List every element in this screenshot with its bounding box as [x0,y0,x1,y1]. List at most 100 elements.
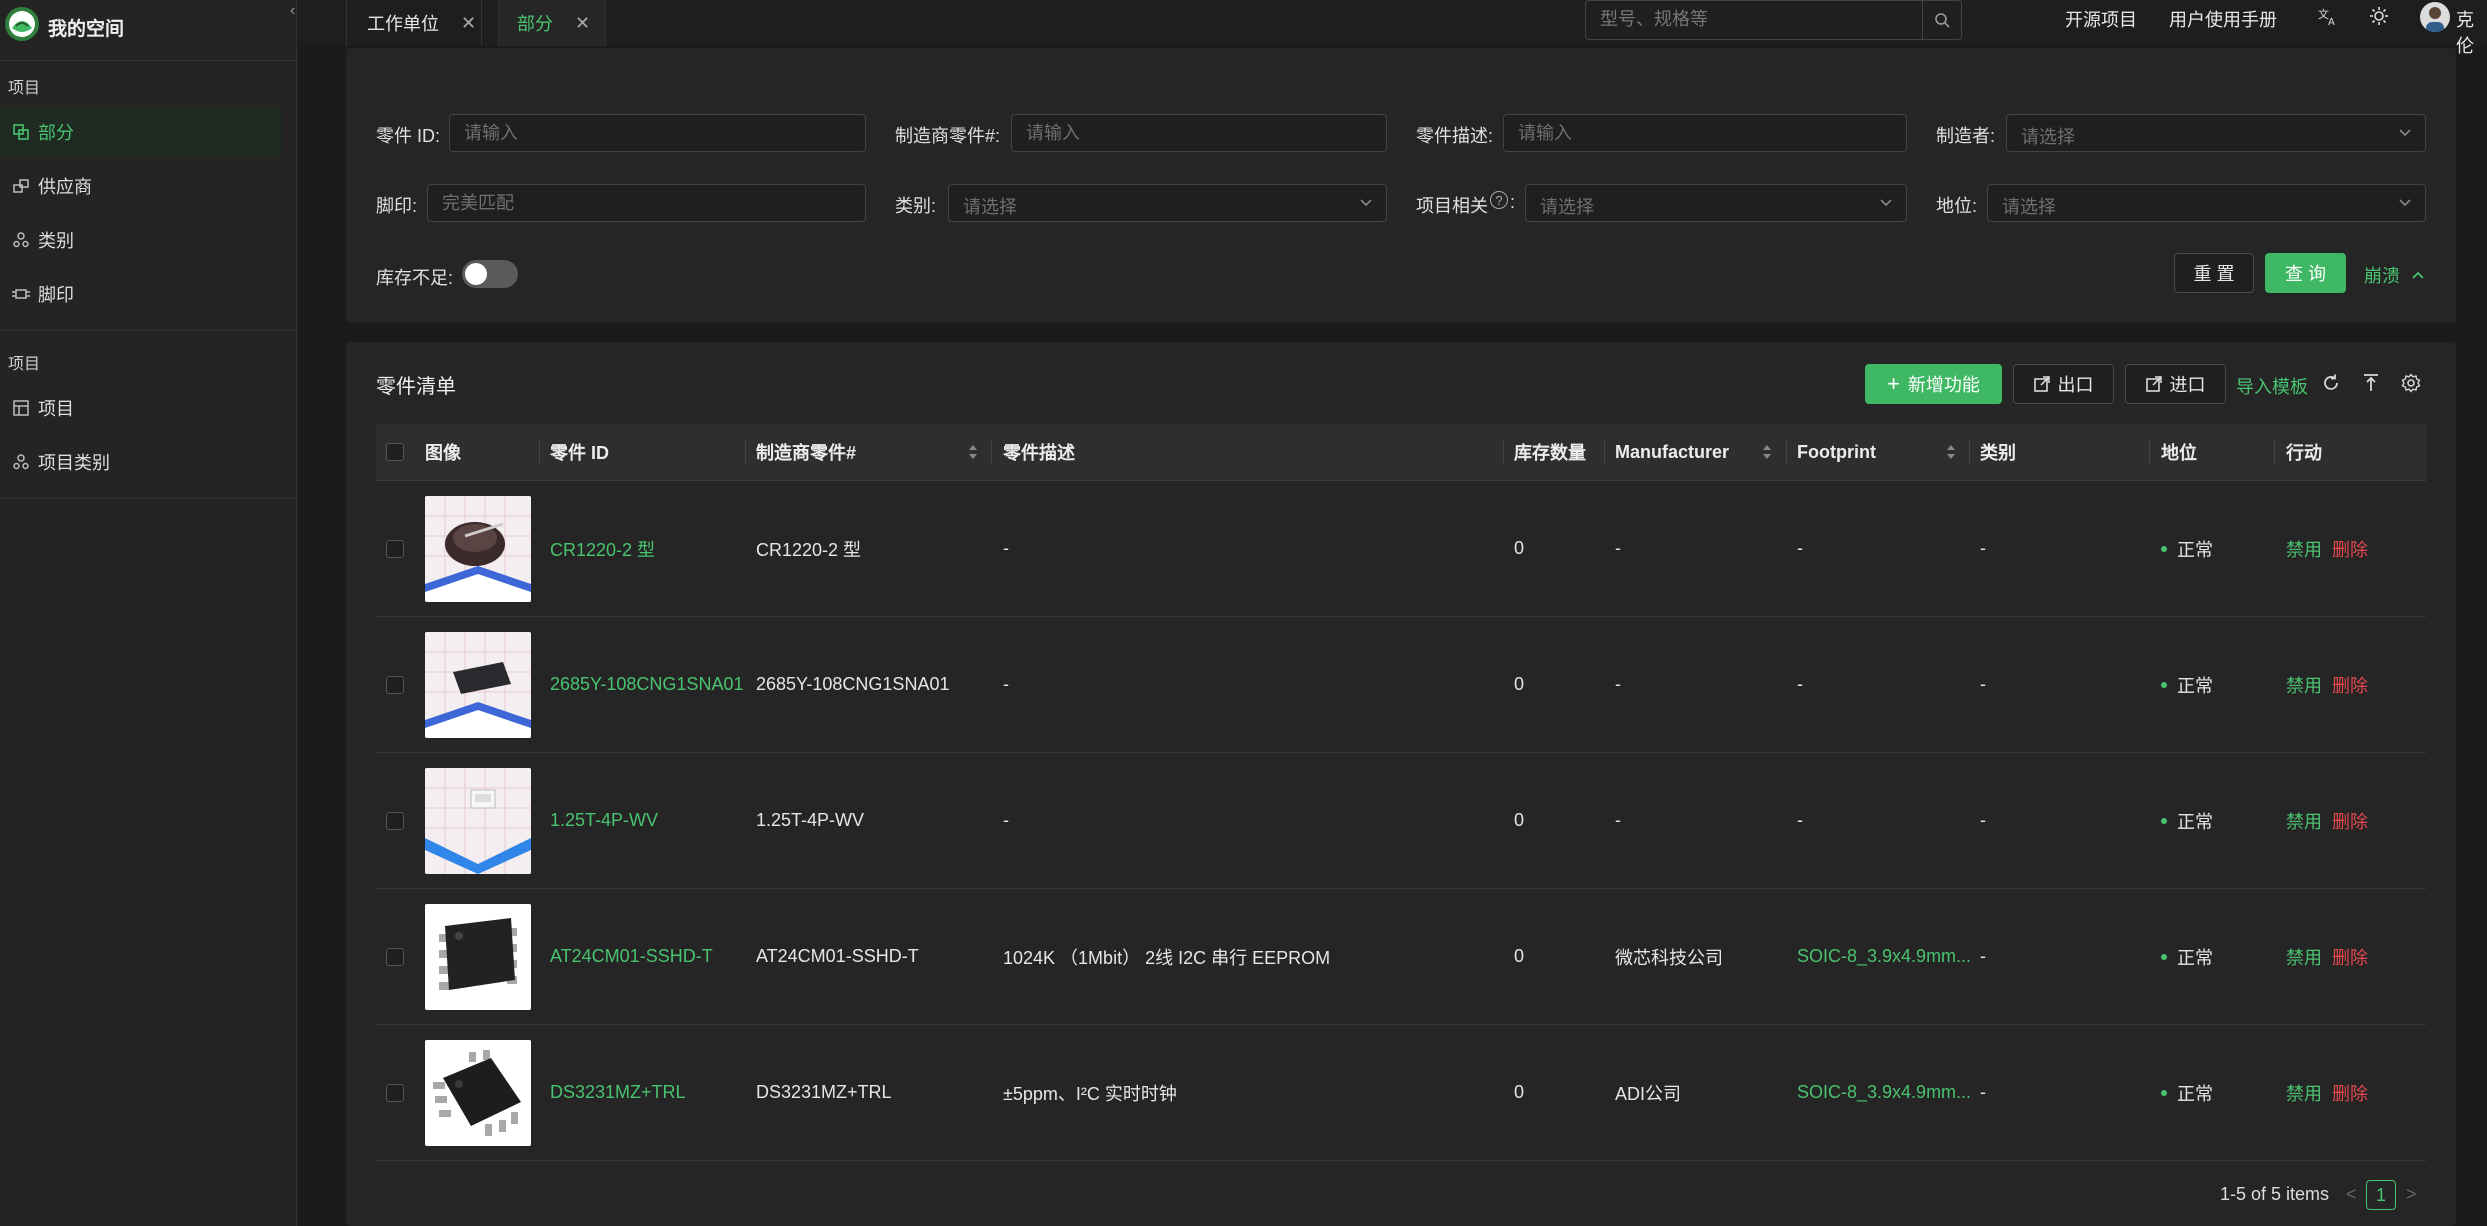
collapse-label: 崩溃 [2364,266,2400,286]
column-header-mpn[interactable]: 制造商零件# [756,424,856,480]
query-button[interactable]: 查 询 [2265,253,2346,293]
chevron-down-icon [1360,199,1372,207]
manufacturer-cell: - [1615,674,1621,694]
part-id-link[interactable]: DS3231MZ+TRL [550,1025,686,1160]
search-input[interactable] [1586,1,1939,37]
help-circle-icon[interactable]: ? [1490,191,1508,209]
reset-button[interactable]: 重 置 [2174,253,2254,293]
export-icon [2033,376,2050,392]
disable-link[interactable]: 禁用 [2286,1025,2322,1160]
table-row: 1.25T-4P-WV 1.25T-4P-WV - 0 - - - 正常 禁用 … [376,753,2426,889]
part-image[interactable] [425,632,531,738]
disable-link[interactable]: 禁用 [2286,617,2322,752]
sort-icon[interactable] [1946,442,1956,462]
tab-workspace[interactable]: 工作单位 ✕ [346,0,482,46]
close-icon[interactable]: ✕ [461,13,476,34]
sidebar-item-footprints[interactable]: 脚印 [0,268,282,320]
row-checkbox[interactable] [386,675,404,694]
parts-icon [12,123,30,141]
mpn-input[interactable] [1012,115,1386,151]
user-manual-link[interactable]: 用户使用手册 [2169,6,2277,32]
description-cell: 1024K （1Mbit） 2线 I2C 串行 EEPROM [1003,947,1331,968]
status-dot [2161,953,2167,960]
disable-link[interactable]: 禁用 [2286,753,2322,888]
export-button[interactable]: 出口 [2013,364,2114,404]
part-id-link[interactable]: AT24CM01-SSHD-T [550,889,713,1024]
close-icon[interactable]: ✕ [575,13,590,34]
delete-link[interactable]: 删除 [2332,889,2368,1024]
username[interactable]: 克伦 [2456,6,2487,58]
disable-link[interactable]: 禁用 [2286,889,2322,1024]
delete-link[interactable]: 删除 [2332,1025,2368,1160]
page-number-button[interactable]: 1 [2366,1180,2396,1210]
sidebar-item-projects[interactable]: 项目 [0,382,282,434]
import-label: 进口 [2169,375,2206,395]
part-id-link[interactable]: 1.25T-4P-WV [550,753,658,888]
plus-icon: + [1887,371,1900,396]
column-separator [991,440,992,464]
part-image[interactable] [425,768,531,874]
delete-link[interactable]: 删除 [2332,617,2368,752]
avatar[interactable] [2420,2,2450,32]
sidebar-item-project-categories[interactable]: 项目类别 [0,436,282,488]
low-stock-toggle[interactable] [462,260,518,288]
translate-icon[interactable]: 文A [2316,4,2340,28]
sidebar-item-parts[interactable]: 部分 [0,106,282,158]
open-source-link[interactable]: 开源项目 [2065,6,2137,32]
select-all-checkbox[interactable] [386,443,404,461]
part-id-link[interactable]: CR1220-2 型 [550,481,655,616]
project-related-select[interactable]: 请选择 [1525,184,1907,222]
prev-page-button[interactable]: < [2346,1184,2357,1205]
row-checkbox[interactable] [386,947,404,966]
part-id-input[interactable] [450,115,865,151]
delete-link[interactable]: 删除 [2332,481,2368,616]
footprint-input[interactable] [428,185,865,221]
part-image[interactable] [425,1040,531,1146]
refresh-icon[interactable] [2320,372,2342,394]
sort-icon[interactable] [968,442,978,462]
settings-gear-icon[interactable] [2400,372,2422,394]
disable-link[interactable]: 禁用 [2286,481,2322,616]
delete-link[interactable]: 删除 [2332,753,2368,888]
column-separator [1969,440,1970,464]
manufacturer-select[interactable]: 请选择 [2006,114,2426,152]
manufacturer-cell: 微芯科技公司 [1615,947,1723,968]
global-search [1585,0,1962,40]
project-related-colon: : [1510,192,1516,212]
theme-sun-icon[interactable] [2367,4,2391,28]
next-page-button[interactable]: > [2406,1184,2417,1205]
row-checkbox[interactable] [386,539,404,558]
column-height-icon[interactable] [2360,372,2382,394]
sidebar-item-label: 脚印 [38,285,74,305]
description-input[interactable] [1504,115,1906,151]
import-template-link[interactable]: 导入模板 [2236,373,2308,399]
description-label: 零件描述: [1416,126,1494,146]
column-separator [2274,440,2275,464]
column-header-manufacturer[interactable]: Manufacturer [1615,424,1729,480]
part-id-link[interactable]: 2685Y-108CNG1SNA01 [550,617,743,752]
search-icon[interactable] [1922,1,1961,39]
add-button[interactable]: + 新增功能 [1865,364,2002,404]
footprint-link[interactable]: SOIC-8_3.9x4.9mm... [1797,1025,1971,1160]
status-text: 正常 [2177,811,2213,832]
description-cell: - [1003,674,1009,694]
tab-parts[interactable]: 部分 ✕ [498,0,606,46]
row-checkbox[interactable] [386,811,404,830]
row-checkbox[interactable] [386,1083,404,1102]
sort-icon[interactable] [1762,442,1772,462]
status-text: 正常 [2177,675,2213,696]
select-placeholder: 请选择 [2021,127,2075,147]
import-button[interactable]: 进口 [2125,364,2226,404]
sidebar-item-label: 项目 [38,399,74,419]
description-cell: - [1003,538,1009,558]
sidebar-item-suppliers[interactable]: 供应商 [0,160,282,212]
column-header-footprint[interactable]: Footprint [1797,424,1876,480]
footprint-link[interactable]: SOIC-8_3.9x4.9mm... [1797,889,1971,1024]
status-select[interactable]: 请选择 [1987,184,2426,222]
category-select[interactable]: 请选择 [948,184,1387,222]
part-image[interactable] [425,496,531,602]
part-image[interactable] [425,904,531,1010]
sidebar-item-categories[interactable]: 类别 [0,214,282,266]
collapse-filters-link[interactable]: 崩溃 [2364,262,2426,288]
collapse-sidebar-icon[interactable]: ‹ [290,2,295,20]
